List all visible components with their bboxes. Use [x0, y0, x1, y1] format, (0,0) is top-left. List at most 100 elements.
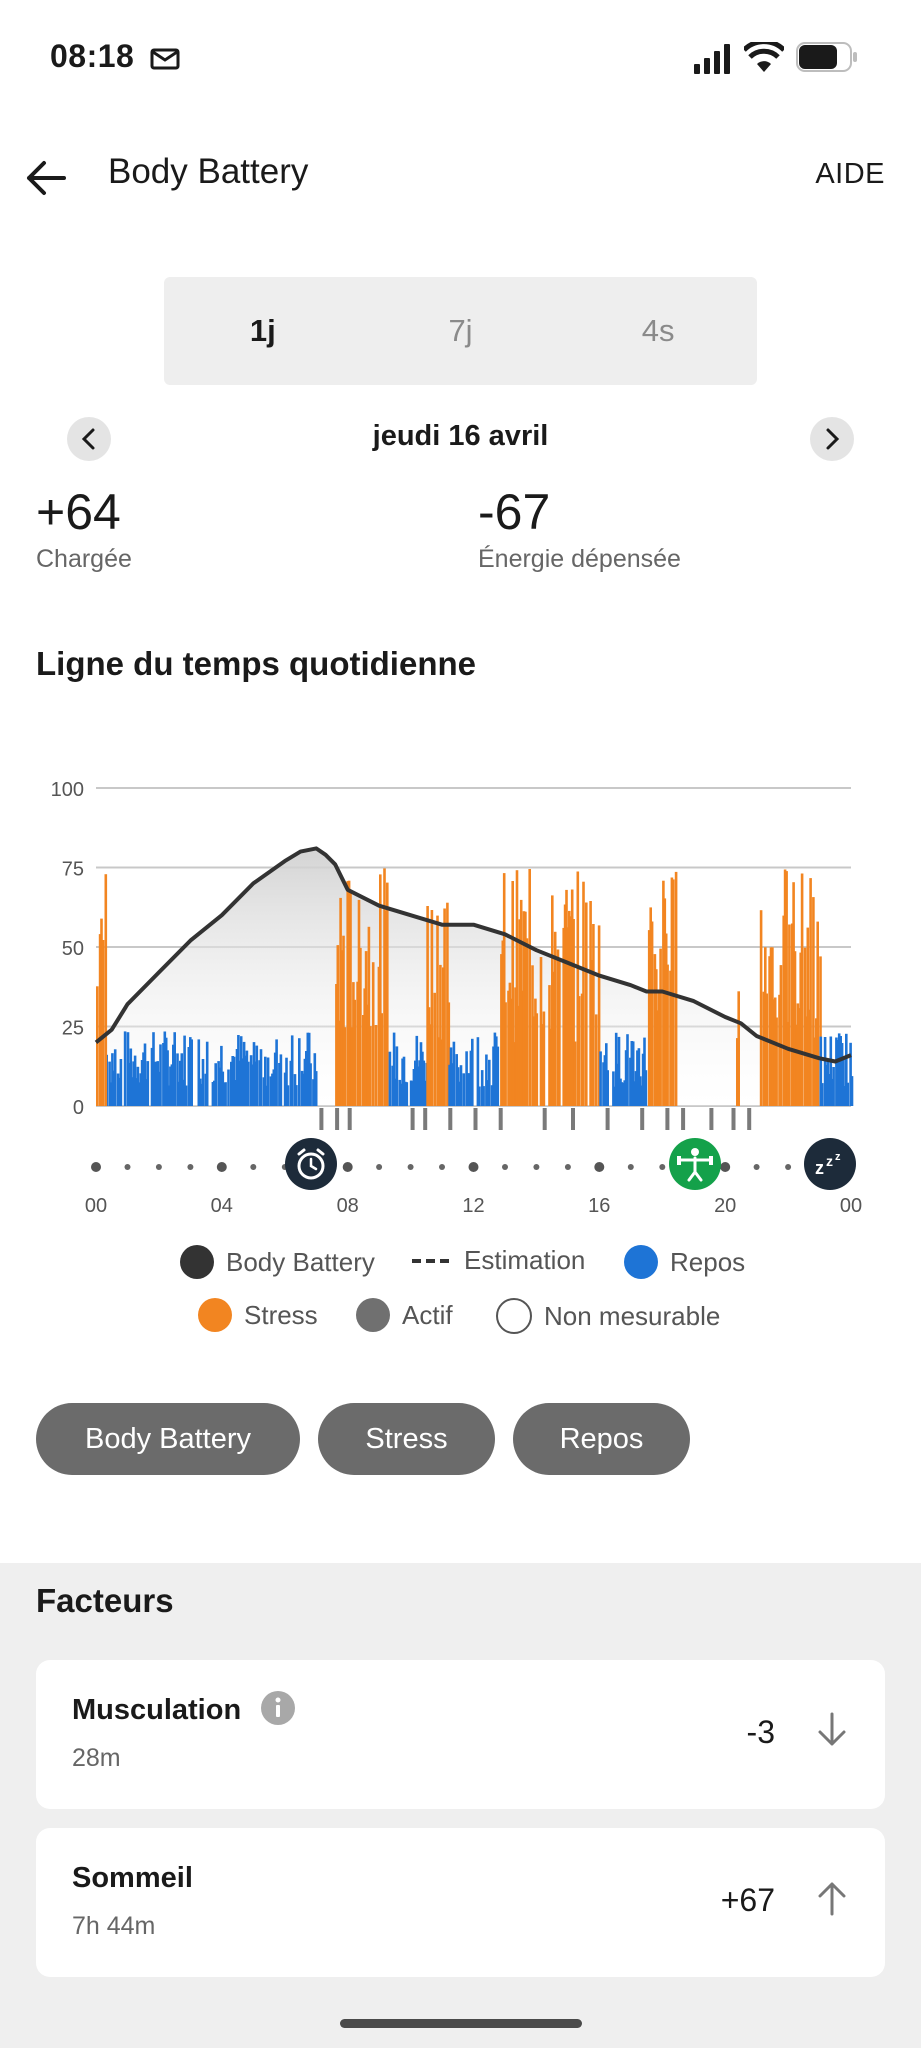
repos-bar: [201, 1059, 205, 1106]
tab-4-weeks[interactable]: 4s: [559, 277, 757, 385]
strength-training-icon[interactable]: [669, 1138, 721, 1190]
stress-bar: [558, 957, 561, 1106]
hour-dot: [439, 1164, 445, 1170]
stress-bar: [386, 882, 389, 1106]
filter-repos-button[interactable]: Repos: [513, 1403, 690, 1475]
spent-value: -67: [478, 484, 551, 540]
actif-tick: [605, 1108, 610, 1130]
tab-7-days[interactable]: 7j: [362, 277, 560, 385]
repos-bar: [298, 1038, 301, 1106]
repos-bar: [606, 1070, 609, 1106]
hour-dot: [124, 1164, 131, 1170]
non-mesurable-dot-icon: [496, 1298, 532, 1334]
stress-bar: [343, 1027, 347, 1106]
actif-tick: [665, 1108, 670, 1130]
hour-dot: [564, 1164, 571, 1170]
x-tick-label: 00: [85, 1195, 107, 1217]
sleep-icon[interactable]: z z z: [804, 1138, 856, 1190]
stress-bar: [666, 964, 669, 1106]
stress-bar: [96, 986, 99, 1106]
x-tick-label: 12: [462, 1195, 484, 1217]
hour-dot: [468, 1162, 479, 1172]
repos-bar: [488, 1059, 491, 1106]
actif-dot-icon: [356, 1298, 390, 1332]
y-tick-label: 75: [62, 859, 84, 881]
charged-label: Chargée: [36, 545, 132, 573]
svg-text:z: z: [815, 1158, 824, 1178]
stress-bar: [809, 878, 812, 1106]
body-battery-chart: 0 25 50 75 100 00 04 08 12 16 20 00 z z z: [51, 779, 863, 1217]
spent-label: Énergie dépensée: [478, 545, 681, 573]
stress-bar: [353, 999, 357, 1106]
stress-bar: [443, 908, 446, 1106]
hour-dot: [594, 1162, 605, 1172]
stress-bar: [369, 1026, 372, 1106]
legend-actif: Actif: [356, 1298, 453, 1332]
repos-bar: [850, 1076, 854, 1106]
filter-stress-button[interactable]: Stress: [318, 1403, 495, 1475]
stress-dot-icon: [198, 1298, 232, 1332]
home-indicator[interactable]: [340, 2019, 582, 2028]
repos-bar: [173, 1032, 176, 1106]
signal-icon: [694, 44, 730, 74]
hour-dot: [533, 1164, 540, 1170]
factor-card-sommeil[interactable]: Sommeil 7h 44m +67: [36, 1828, 885, 1977]
wifi-icon: [744, 42, 784, 72]
alarm-icon[interactable]: [285, 1138, 337, 1190]
repos-bar: [275, 1039, 278, 1106]
tab-1-day[interactable]: 1j: [164, 277, 362, 385]
x-tick-label: 20: [714, 1195, 736, 1217]
repos-bar: [832, 1067, 835, 1106]
hour-dot: [502, 1164, 508, 1170]
stress-bar: [433, 992, 436, 1106]
next-day-button[interactable]: [810, 417, 854, 461]
svg-text:z: z: [835, 1151, 841, 1163]
repos-bar: [395, 1046, 399, 1106]
repos-bar: [405, 1082, 409, 1106]
actif-tick: [747, 1108, 752, 1130]
status-bar: 08:18: [0, 0, 921, 110]
filter-body-battery-button[interactable]: Body Battery: [36, 1403, 300, 1475]
back-arrow-icon[interactable]: [24, 158, 68, 198]
stress-bar: [737, 991, 740, 1106]
legend-body-battery: Body Battery: [180, 1245, 375, 1279]
mail-icon: [150, 48, 180, 70]
stress-bar: [542, 1011, 546, 1106]
actif-tick: [319, 1108, 324, 1130]
repos-bar: [247, 1061, 250, 1106]
stress-bar: [504, 1002, 507, 1106]
repos-bar: [452, 1041, 456, 1106]
current-date: jeudi 16 avril: [372, 420, 549, 452]
stress-bar: [374, 1025, 378, 1106]
help-button[interactable]: AIDE: [815, 158, 885, 191]
actif-tick: [423, 1108, 428, 1130]
stress-bar: [759, 910, 763, 1106]
repos-bar: [119, 1059, 123, 1106]
repos-bar: [259, 1049, 263, 1106]
factor-card-musculation[interactable]: Musculation 28m -3: [36, 1660, 885, 1809]
stress-bar: [535, 1013, 539, 1106]
stress-bar: [650, 921, 654, 1106]
timeline-title: Ligne du temps quotidienne: [36, 645, 476, 682]
repos-bar: [295, 1085, 298, 1106]
actif-tick: [542, 1108, 547, 1130]
hour-dot: [376, 1164, 383, 1170]
period-tabs: 1j 7j 4s: [164, 277, 757, 385]
hour-dot: [659, 1164, 666, 1170]
hour-dot: [187, 1164, 194, 1170]
legend-estimation: Estimation: [412, 1245, 585, 1276]
actif-tick: [709, 1108, 714, 1130]
stress-bar: [775, 1017, 778, 1106]
info-icon[interactable]: [260, 1690, 296, 1726]
y-tick-label: 100: [51, 779, 84, 801]
factor-value: -3: [746, 1714, 775, 1750]
repos-bar: [821, 1083, 824, 1106]
repos-bar: [496, 1046, 500, 1106]
repos-bar: [159, 1044, 162, 1106]
hour-dot: [216, 1162, 227, 1172]
repos-bar: [626, 1034, 629, 1106]
x-tick-label: 04: [211, 1195, 233, 1217]
stress-bar: [800, 873, 804, 1106]
stress-bar: [765, 993, 768, 1106]
legend-stress: Stress: [198, 1298, 318, 1332]
